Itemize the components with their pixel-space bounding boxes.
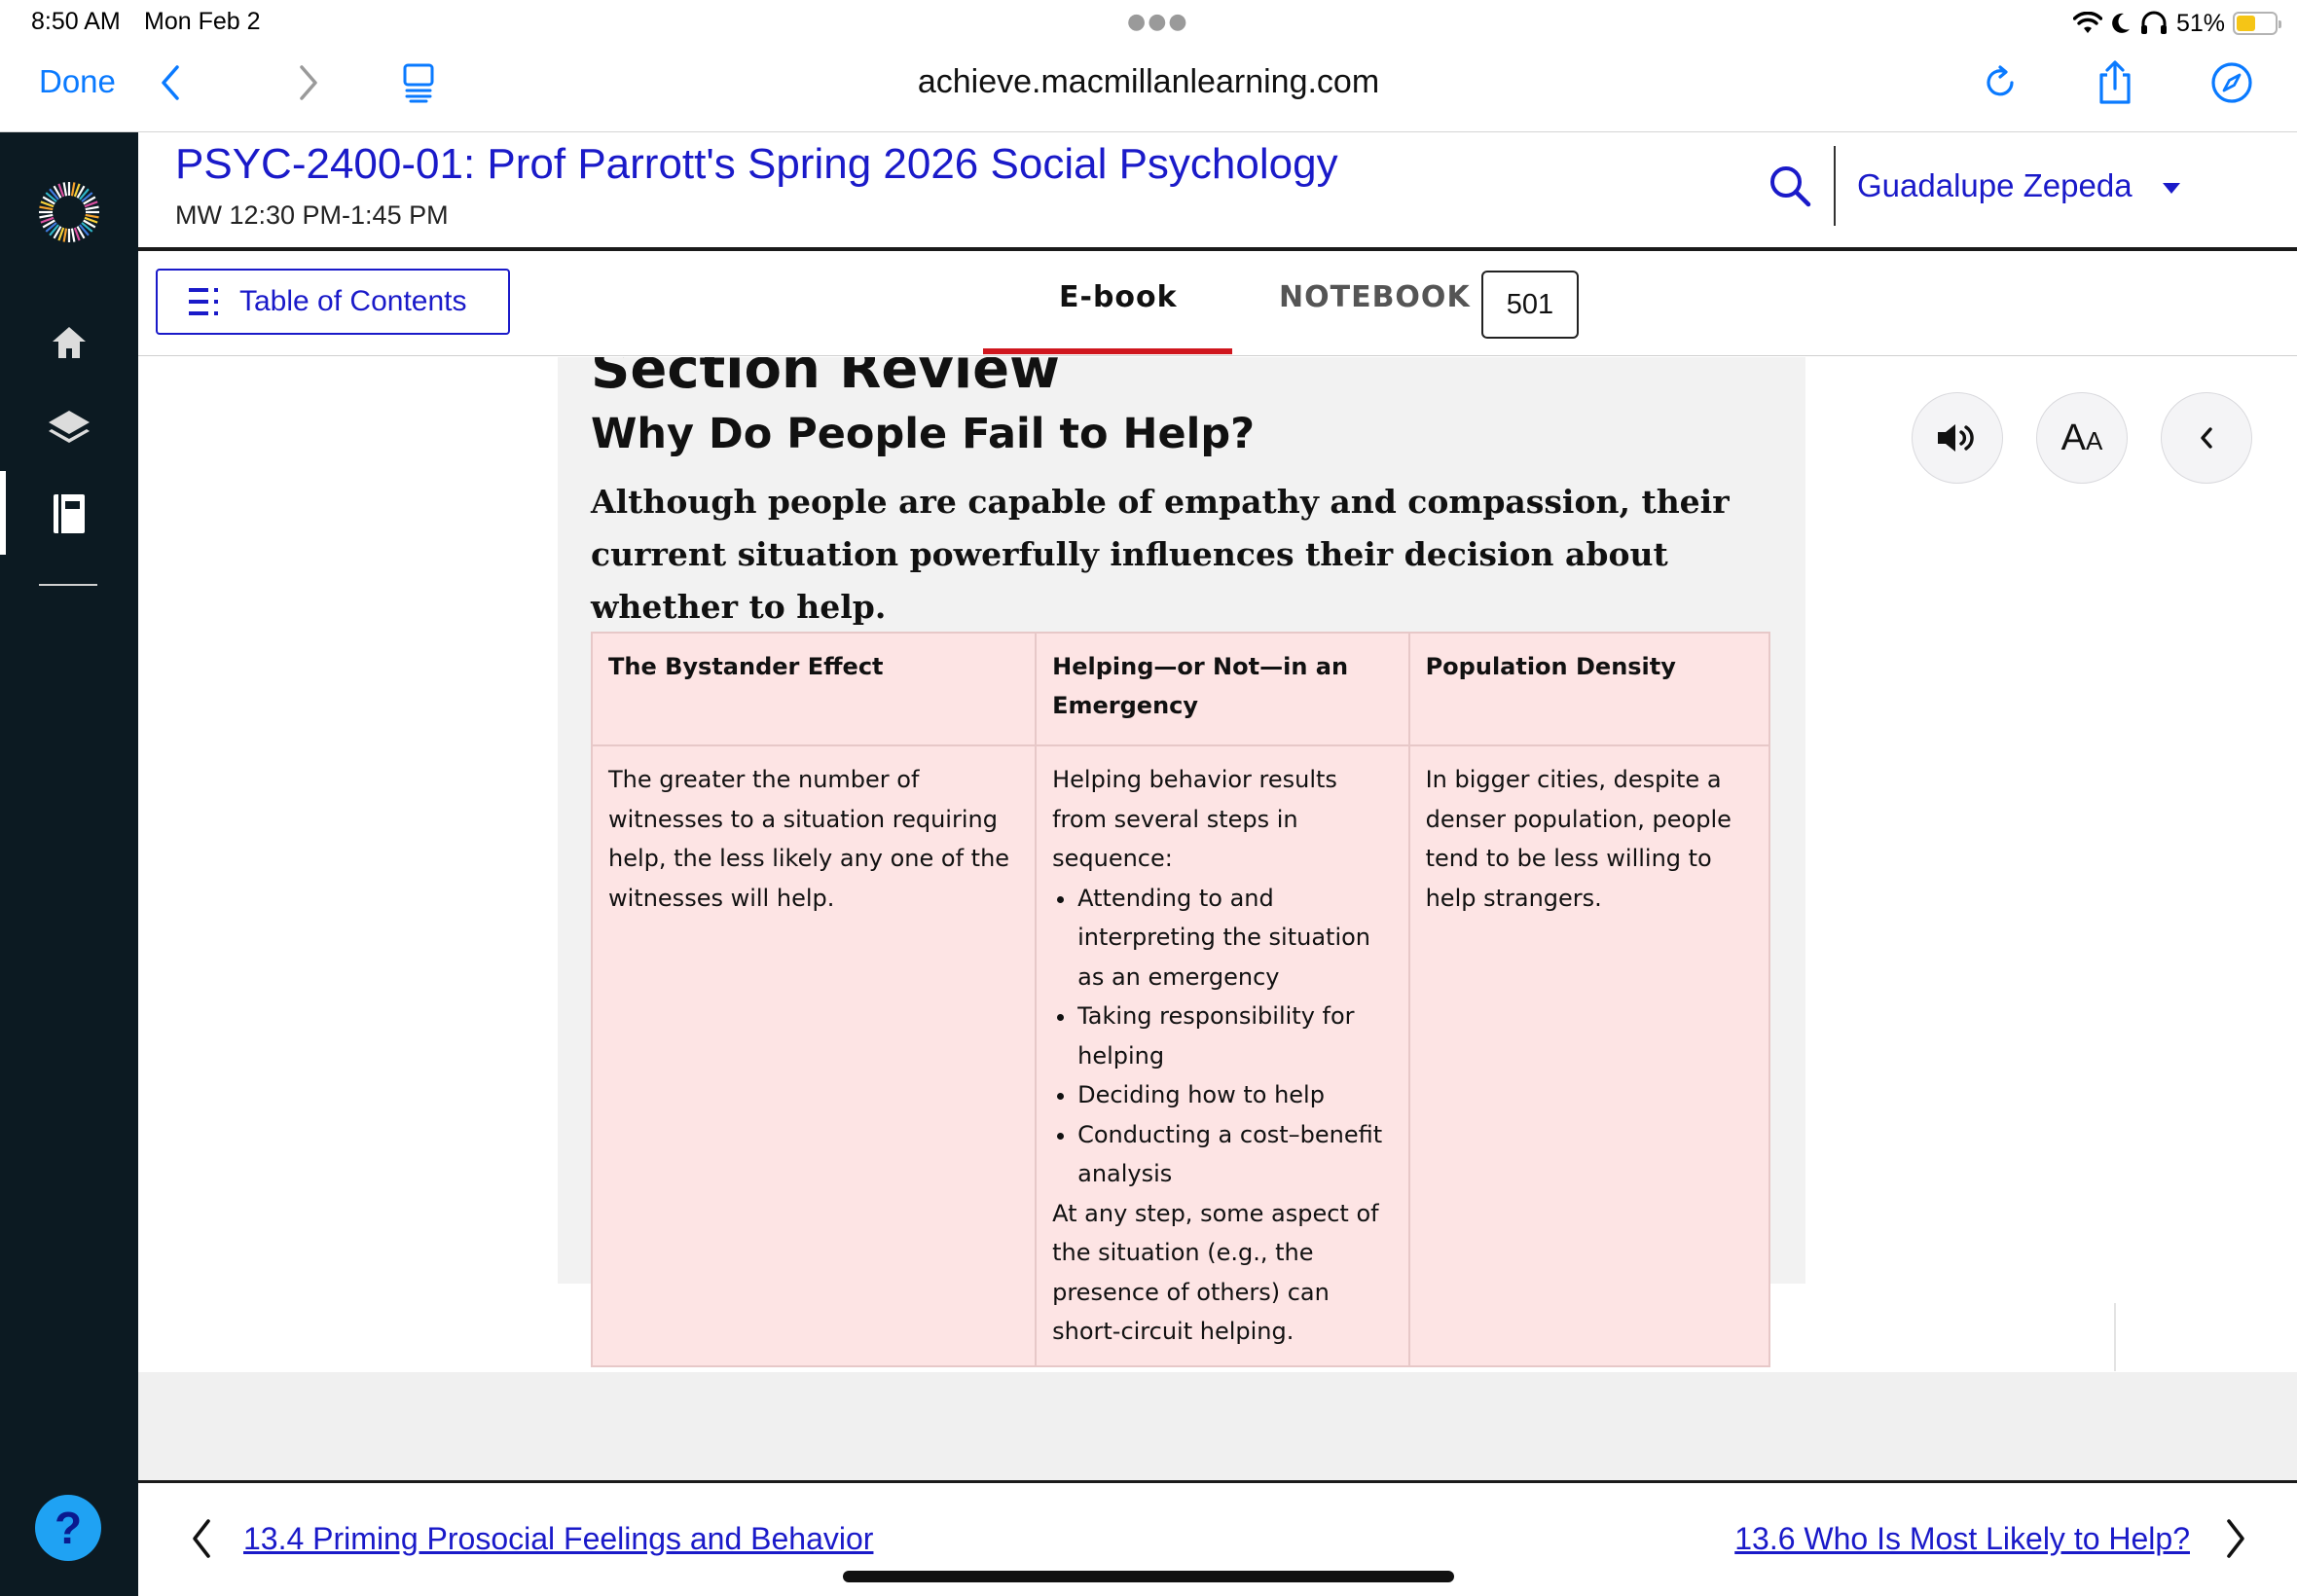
table-header: The Bystander Effect bbox=[590, 632, 1038, 746]
moon-icon bbox=[2112, 13, 2130, 33]
compass-icon[interactable] bbox=[2207, 58, 2256, 107]
status-bar: 8:50 AM Mon Feb 2 ●●● 51% bbox=[0, 0, 2297, 49]
battery-percent: 51% bbox=[2175, 9, 2225, 37]
table-header: Helping—or Not—in an Emergency bbox=[1035, 632, 1410, 746]
wifi-icon bbox=[2072, 12, 2102, 33]
course-title: PSYC-2400-01: Prof Parrott's Spring 2026… bbox=[175, 140, 1338, 188]
notebook-icon[interactable] bbox=[0, 492, 138, 535]
share-icon[interactable] bbox=[2091, 58, 2139, 107]
section-heading: Section Review bbox=[591, 357, 1060, 401]
list-item: Taking responsibility for helping bbox=[1077, 997, 1392, 1075]
ebook-content: Section Review Why Do People Fail to Hel… bbox=[138, 357, 2297, 1372]
table-cell-density: In bigger cities, despite a denser popul… bbox=[1407, 744, 1771, 1367]
logo-ray bbox=[85, 205, 99, 211]
list-icon bbox=[189, 288, 218, 315]
collapse-panel-button[interactable] bbox=[2161, 392, 2252, 484]
browser-toolbar: Done achieve.macmillanlearning.com bbox=[0, 49, 2297, 132]
table-cell-emergency: Helping behavior results from several st… bbox=[1035, 744, 1410, 1367]
next-section-link[interactable]: 13.6 Who Is Most Likely to Help? bbox=[1734, 1521, 2190, 1557]
caret-down-icon[interactable] bbox=[2163, 183, 2180, 194]
logo-ray bbox=[39, 205, 54, 211]
course-schedule: MW 12:30 PM-1:45 PM bbox=[175, 200, 449, 230]
headphones-icon bbox=[2140, 11, 2167, 34]
layers-icon[interactable] bbox=[0, 407, 138, 448]
list-item: Conducting a cost–benefit analysis bbox=[1077, 1115, 1392, 1194]
logo-ray bbox=[85, 213, 99, 219]
chevron-left-icon[interactable] bbox=[187, 1515, 214, 1562]
tab-notebook[interactable]: NOTEBOOK bbox=[1279, 280, 1471, 314]
reload-icon[interactable] bbox=[1976, 58, 2024, 107]
logo-ray bbox=[70, 228, 76, 242]
logo-icon[interactable] bbox=[0, 179, 138, 245]
logo-ray bbox=[62, 228, 68, 242]
status-time: 8:50 AM bbox=[31, 8, 121, 35]
table-cell-bystander: The greater the number of witnesses to a… bbox=[590, 744, 1038, 1367]
active-tab-indicator bbox=[983, 348, 1232, 354]
tab-bar: Table of Contents E-book NOTEBOOK 501 bbox=[138, 251, 2297, 356]
home-icon[interactable] bbox=[0, 323, 138, 362]
chevron-left-icon bbox=[2201, 427, 2212, 449]
list-item: Deciding how to help bbox=[1077, 1075, 1392, 1115]
text-size-label: AA bbox=[2060, 417, 2103, 458]
section-subheading: Why Do People Fail to Help? bbox=[591, 410, 1256, 458]
review-table: The Bystander Effect Helping—or Not—in a… bbox=[590, 632, 1771, 1367]
left-rail: ? bbox=[0, 132, 138, 1596]
table-header: Population Density bbox=[1407, 632, 1771, 746]
logo-ray bbox=[70, 182, 76, 197]
rail-divider bbox=[39, 584, 97, 586]
status-date: Mon Feb 2 bbox=[144, 8, 261, 35]
url-field[interactable]: achieve.macmillanlearning.com bbox=[0, 63, 2297, 101]
table-row: The greater the number of witnesses to a… bbox=[590, 744, 1771, 1367]
help-button[interactable]: ? bbox=[35, 1495, 101, 1561]
logo-ray bbox=[62, 182, 68, 197]
search-icon[interactable] bbox=[1766, 162, 1814, 210]
cell-text: The greater the number of witnesses to a… bbox=[608, 766, 1010, 912]
section-summary: Although people are capable of empathy a… bbox=[591, 483, 1730, 626]
table-of-contents-button[interactable]: Table of Contents bbox=[156, 269, 510, 335]
table-of-contents-label: Table of Contents bbox=[239, 285, 467, 317]
logo-ray bbox=[39, 213, 54, 219]
table-header-row: The Bystander Effect Helping—or Not—in a… bbox=[590, 632, 1771, 746]
previous-section-link[interactable]: 13.4 Priming Prosocial Feelings and Beha… bbox=[243, 1521, 873, 1557]
multitasking-dots-icon[interactable]: ●●● bbox=[1127, 10, 1189, 34]
header-separator bbox=[1834, 146, 1836, 226]
chevron-right-icon[interactable] bbox=[2223, 1515, 2250, 1562]
course-header: PSYC-2400-01: Prof Parrott's Spring 2026… bbox=[138, 132, 2297, 251]
tab-ebook[interactable]: E-book bbox=[1059, 280, 1178, 314]
user-menu[interactable]: Guadalupe Zepeda bbox=[1857, 167, 2133, 204]
cell-intro: Helping behavior results from several st… bbox=[1052, 766, 1337, 872]
battery-level bbox=[2237, 16, 2256, 31]
list-item: Attending to and interpreting the situat… bbox=[1077, 879, 1392, 998]
home-indicator[interactable] bbox=[843, 1571, 1454, 1582]
content-footer-band bbox=[138, 1372, 2297, 1483]
steps-list: Attending to and interpreting the situat… bbox=[1052, 879, 1392, 1194]
cell-text: In bigger cities, despite a denser popul… bbox=[1425, 766, 1732, 912]
cell-outro: At any step, some aspect of the situatio… bbox=[1052, 1199, 1379, 1346]
status-indicators: 51% bbox=[2072, 6, 2281, 41]
audio-button[interactable] bbox=[1912, 392, 2003, 484]
scroll-divider bbox=[2114, 1303, 2116, 1371]
speaker-icon bbox=[1938, 424, 1974, 452]
battery-icon bbox=[2233, 12, 2281, 35]
text-size-button[interactable]: AA bbox=[2036, 392, 2128, 484]
section-review-card: Section Review Why Do People Fail to Hel… bbox=[558, 357, 1805, 1367]
page-number-field[interactable]: 501 bbox=[1481, 271, 1579, 339]
